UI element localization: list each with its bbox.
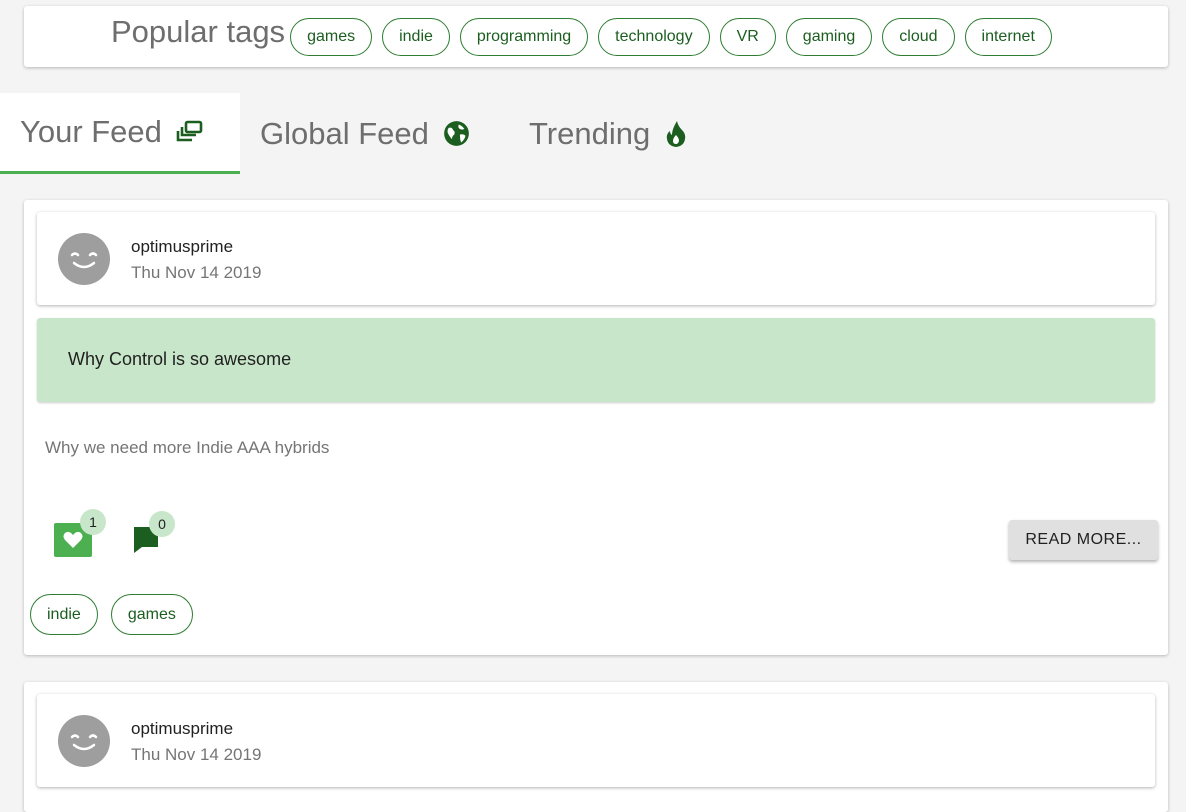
- post-author-header: optimusprime Thu Nov 14 2019: [37, 694, 1155, 787]
- post-author-header: optimusprime Thu Nov 14 2019: [37, 212, 1155, 305]
- post-tags: indie games: [30, 594, 206, 635]
- post-date: Thu Nov 14 2019: [131, 263, 262, 282]
- popular-tags-bar: Popular tags games indie programming tec…: [24, 6, 1168, 67]
- tag-chip-vr[interactable]: VR: [719, 17, 776, 56]
- collections-icon: [176, 120, 204, 144]
- tag-chip-indie[interactable]: indie: [382, 17, 450, 56]
- tag-chip-games[interactable]: games: [290, 17, 373, 56]
- flame-icon: [664, 120, 688, 148]
- avatar[interactable]: [58, 233, 110, 285]
- popular-tags-title: Popular tags: [111, 14, 286, 49]
- tab-trending[interactable]: Trending: [509, 93, 708, 174]
- post-title-box[interactable]: Why Control is so awesome: [37, 318, 1155, 402]
- post-tag-chip-indie[interactable]: indie: [30, 594, 98, 635]
- tag-chip-technology[interactable]: technology: [598, 17, 710, 56]
- tab-global-feed[interactable]: Global Feed: [240, 93, 509, 174]
- author-name[interactable]: optimusprime: [131, 237, 233, 257]
- tag-chip-programming[interactable]: programming: [459, 17, 589, 56]
- post-card: optimusprime Thu Nov 14 2019: [24, 682, 1168, 812]
- read-more-button[interactable]: READ MORE...: [1009, 520, 1158, 560]
- tab-trending-label: Trending: [529, 115, 651, 151]
- smiley-face-icon: [70, 734, 98, 751]
- post-tag-chip-games[interactable]: games: [110, 594, 193, 635]
- feed-tabs: Your Feed Global Feed Trending: [0, 93, 708, 174]
- globe-icon: [443, 120, 470, 147]
- smiley-face-icon: [70, 252, 98, 269]
- tag-chip-internet[interactable]: internet: [964, 17, 1052, 56]
- post-description: Why we need more Indie AAA hybrids: [45, 438, 330, 457]
- tag-chip-gaming[interactable]: gaming: [785, 17, 873, 56]
- tab-your-feed[interactable]: Your Feed: [0, 93, 240, 174]
- comment-count-badge: 0: [149, 511, 175, 537]
- tab-global-feed-label: Global Feed: [260, 115, 429, 151]
- tab-your-feed-label: Your Feed: [20, 114, 162, 149]
- author-name[interactable]: optimusprime: [131, 719, 233, 739]
- post-card: optimusprime Thu Nov 14 2019 Why Control…: [24, 200, 1168, 655]
- post-title[interactable]: Why Control is so awesome: [68, 349, 291, 370]
- like-count-badge: 1: [80, 509, 106, 535]
- avatar[interactable]: [58, 715, 110, 767]
- tag-chip-cloud[interactable]: cloud: [882, 17, 955, 56]
- post-date: Thu Nov 14 2019: [131, 745, 262, 764]
